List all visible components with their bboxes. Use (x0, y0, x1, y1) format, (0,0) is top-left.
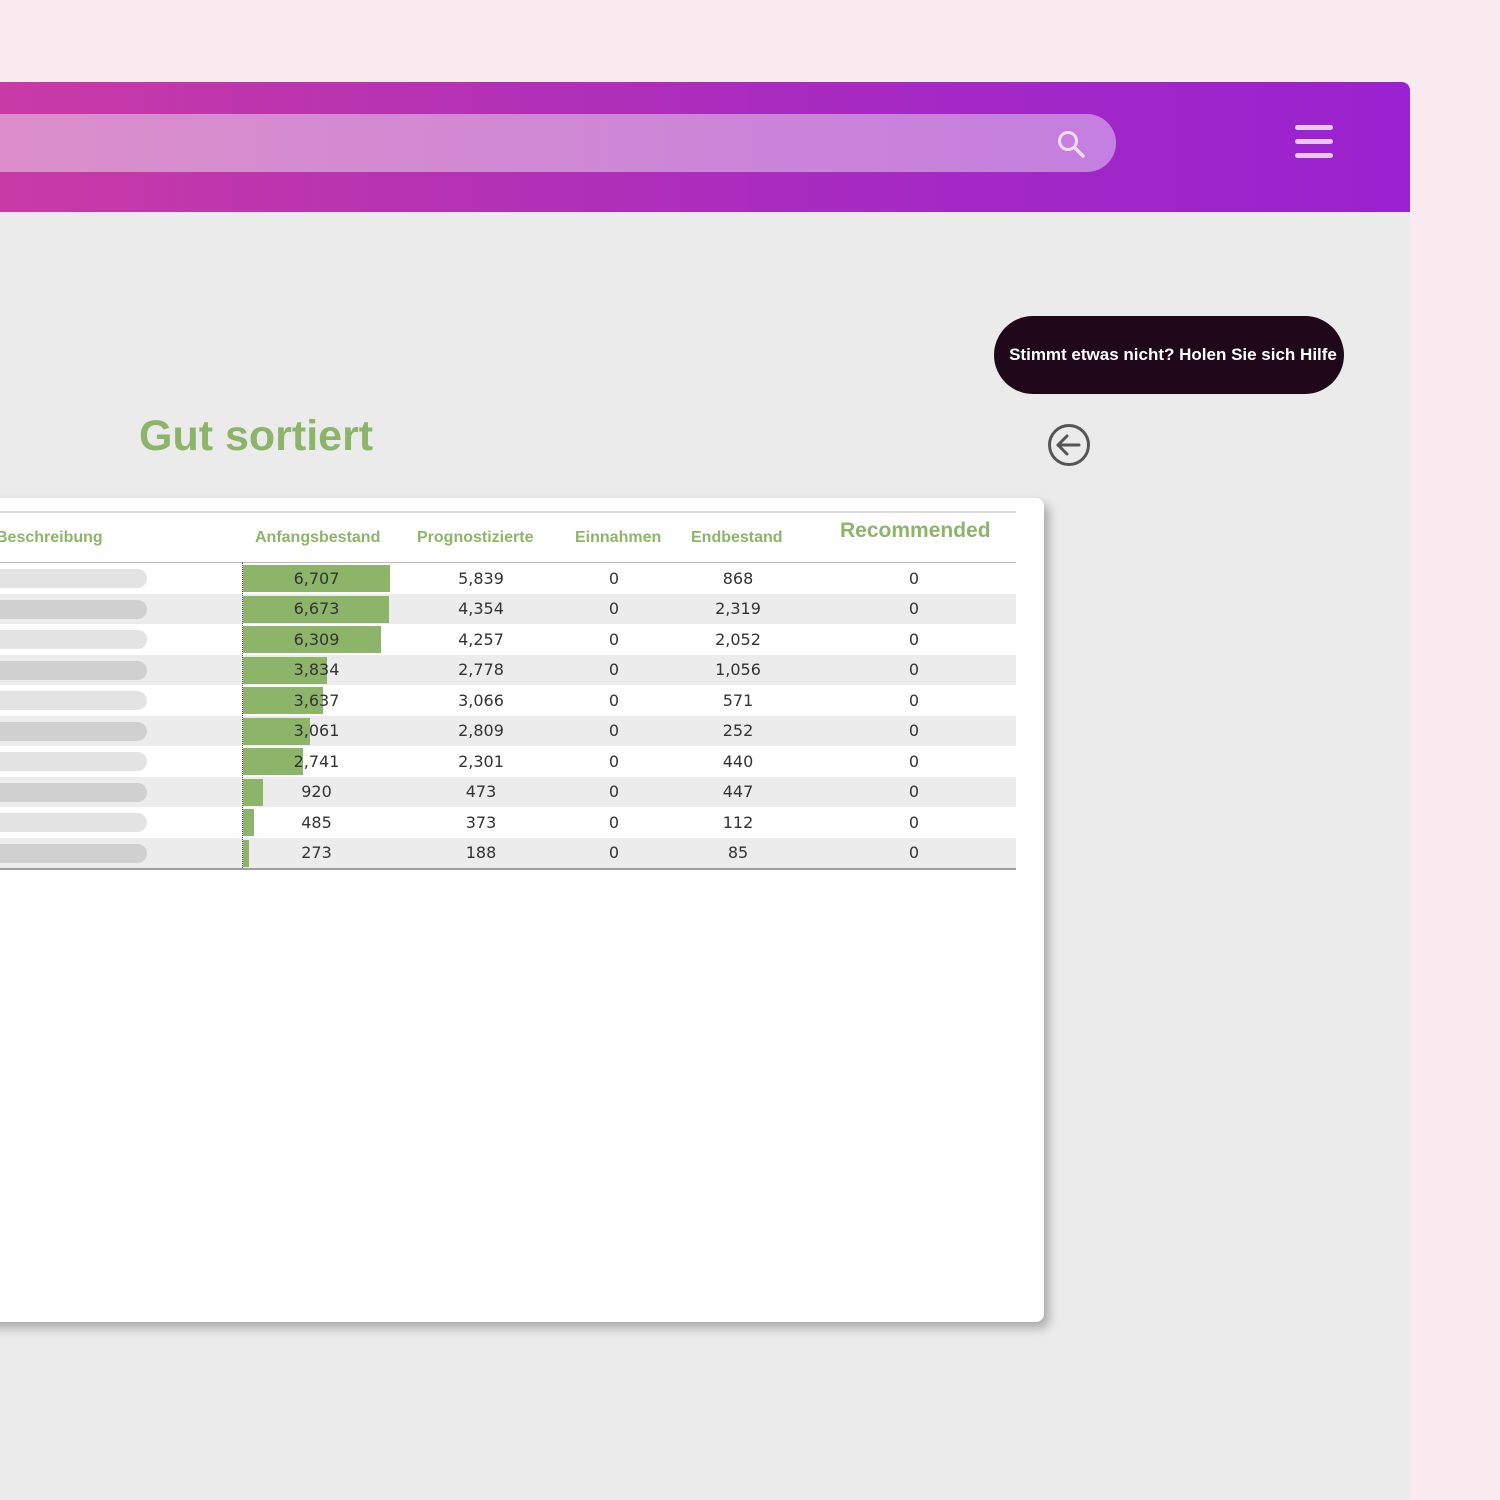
description-placeholder (0, 721, 147, 741)
cell-endbestand: 112 (722, 812, 754, 832)
table-row[interactable]: 2,741 2,301 0 440 0 (0, 746, 1016, 777)
description-placeholder (0, 843, 147, 863)
table-row[interactable]: 6,673 4,354 0 2,319 0 (0, 593, 1016, 624)
cell-prognostizierte: 473 (465, 782, 497, 802)
cell-prognostizierte: 2,778 (458, 660, 504, 680)
top-bar (0, 82, 1410, 212)
cell-endbestand: 252 (722, 721, 754, 741)
description-placeholder (0, 782, 147, 802)
cell-endbestand: 868 (722, 568, 754, 588)
table-card: Beschreibung Anfangsbestand Prognostizie… (0, 498, 1044, 1322)
cell-endbestand: 440 (722, 751, 754, 771)
cell-einnahmen: 0 (608, 568, 620, 588)
cell-einnahmen: 0 (608, 843, 620, 863)
cell-einnahmen: 0 (608, 751, 620, 771)
description-placeholder (0, 660, 147, 680)
cell-prognostizierte: 3,066 (458, 690, 504, 710)
cell-prognostizierte: 373 (465, 812, 497, 832)
column-header-einnahmen[interactable]: Einnahmen (575, 513, 661, 562)
cell-recommended: 0 (908, 782, 920, 802)
cell-anfangsbestand: 2,741 (293, 751, 340, 771)
cell-einnahmen: 0 (608, 629, 620, 649)
cell-recommended: 0 (908, 629, 920, 649)
table-row[interactable]: 3,061 2,809 0 252 0 (0, 715, 1016, 746)
cell-einnahmen: 0 (608, 599, 620, 619)
table-row[interactable]: 6,309 4,257 0 2,052 0 (0, 624, 1016, 655)
cell-recommended: 0 (908, 690, 920, 710)
search-icon[interactable] (1056, 129, 1086, 159)
cell-endbestand: 85 (727, 843, 749, 863)
table-row[interactable]: 485 373 0 112 0 (0, 807, 1016, 838)
cell-anfangsbestand: 6,707 (293, 568, 340, 588)
cell-recommended: 0 (908, 599, 920, 619)
cell-prognostizierte: 4,257 (458, 629, 504, 649)
cell-recommended: 0 (908, 721, 920, 741)
bar-axis-line (242, 562, 243, 868)
column-header-endbestand[interactable]: Endbestand (691, 513, 783, 562)
cell-anfangsbestand: 3,637 (293, 690, 340, 710)
arrow-left-circle-icon[interactable] (1046, 422, 1092, 468)
cell-prognostizierte: 2,809 (458, 721, 504, 741)
table-row[interactable]: 920 473 0 447 0 (0, 776, 1016, 807)
column-header-beschreibung[interactable]: Beschreibung (0, 513, 103, 562)
cell-endbestand: 2,319 (715, 599, 761, 619)
cell-prognostizierte: 2,301 (458, 751, 504, 771)
cell-einnahmen: 0 (608, 721, 620, 741)
cell-einnahmen: 0 (608, 690, 620, 710)
table-row[interactable]: 3,834 2,778 0 1,056 0 (0, 654, 1016, 685)
cell-anfangsbestand: 273 (301, 843, 332, 863)
description-placeholder (0, 813, 147, 832)
table-body: 6,707 5,839 0 868 0 6,673 4,354 0 2,319 0 6,309 4,2… (0, 563, 1016, 868)
cell-endbestand: 571 (722, 690, 754, 710)
table-row[interactable]: 6,707 5,839 0 868 0 (0, 563, 1016, 594)
cell-prognostizierte: 5,839 (458, 568, 504, 588)
cell-anfangsbestand: 3,834 (293, 660, 340, 680)
cell-anfangsbestand: 485 (301, 812, 332, 832)
table-bottom-border (0, 868, 1016, 870)
inventory-table: Beschreibung Anfangsbestand Prognostizie… (0, 511, 1016, 870)
column-header-prognostizierte[interactable]: Prognostizierte (417, 513, 533, 562)
description-placeholder (0, 599, 147, 619)
cell-recommended: 0 (908, 812, 920, 832)
help-button[interactable]: Stimmt etwas nicht? Holen Sie sich Hilfe (994, 316, 1344, 394)
cell-recommended: 0 (908, 568, 920, 588)
cell-recommended: 0 (908, 751, 920, 771)
table-header: Beschreibung Anfangsbestand Prognostizie… (0, 511, 1016, 563)
page-title: Gut sortiert (139, 412, 374, 460)
hamburger-menu-icon[interactable] (1290, 122, 1338, 162)
cell-recommended: 0 (908, 843, 920, 863)
column-header-recommended[interactable]: Recommended (840, 513, 991, 562)
description-placeholder (0, 569, 147, 588)
table-row[interactable]: 3,637 3,066 0 571 0 (0, 685, 1016, 716)
cell-einnahmen: 0 (608, 660, 620, 680)
cell-anfangsbestand: 6,673 (293, 599, 340, 619)
cell-endbestand: 2,052 (715, 629, 761, 649)
column-header-anfangsbestand[interactable]: Anfangsbestand (255, 513, 380, 562)
table-row[interactable]: 273 188 0 85 0 (0, 837, 1016, 868)
cell-endbestand: 447 (722, 782, 754, 802)
description-placeholder (0, 691, 147, 710)
description-placeholder (0, 630, 147, 649)
cell-einnahmen: 0 (608, 812, 620, 832)
cell-recommended: 0 (908, 660, 920, 680)
cell-endbestand: 1,056 (715, 660, 761, 680)
app-window: Stimmt etwas nicht? Holen Sie sich Hilfe… (0, 82, 1410, 1500)
cell-prognostizierte: 4,354 (458, 599, 504, 619)
cell-anfangsbestand: 6,309 (293, 629, 340, 649)
search-input[interactable] (0, 114, 1116, 172)
cell-anfangsbestand: 920 (301, 782, 332, 802)
cell-einnahmen: 0 (608, 782, 620, 802)
cell-anfangsbestand: 3,061 (293, 721, 340, 741)
cell-prognostizierte: 188 (465, 843, 497, 863)
description-placeholder (0, 752, 147, 771)
